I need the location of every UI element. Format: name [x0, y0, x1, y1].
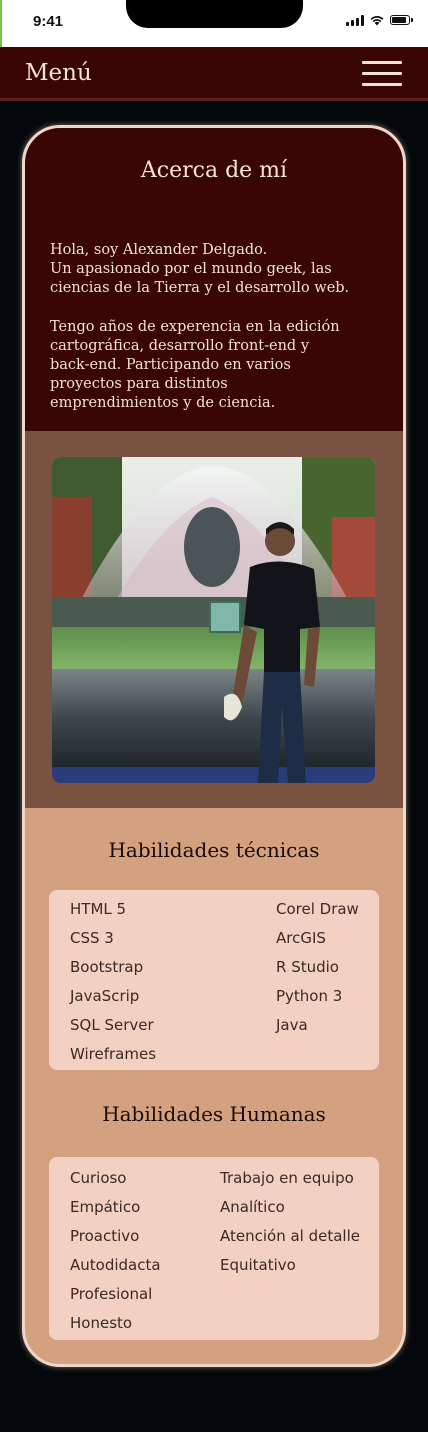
status-edge: [0, 0, 2, 47]
list-item: Empático: [70, 1198, 141, 1216]
list-item: SQL Server: [70, 1016, 154, 1034]
status-bar: 9:41: [0, 0, 428, 47]
list-item: Proactivo: [70, 1227, 140, 1245]
device-notch: [126, 0, 303, 28]
technical-skills-list: HTML 5 CSS 3 Bootstrap JavaScrip SQL Ser…: [49, 890, 379, 1070]
list-item: Curioso: [70, 1169, 127, 1187]
list-item: Profesional: [70, 1285, 153, 1303]
about-line: ciencias de la Tierra y el desarrollo we…: [50, 280, 350, 297]
list-item: Trabajo en equipo: [220, 1169, 354, 1187]
menu-title[interactable]: Menú: [25, 60, 92, 86]
list-item: Honesto: [70, 1314, 133, 1332]
photo-section: [25, 431, 403, 808]
about-line: proyectos para distintos: [50, 376, 228, 393]
human-skills-list: Curioso Empático Proactivo Autodidacta P…: [49, 1157, 379, 1340]
human-skills-title: Habilidades Humanas: [102, 1102, 326, 1126]
list-item: Equitativo: [220, 1256, 296, 1274]
list-item: Java: [276, 1016, 308, 1034]
about-line: Tengo años de experencia en la edición: [50, 318, 340, 335]
list-item: Python 3: [276, 987, 343, 1005]
about-line: back-end. Participando en varios: [50, 357, 291, 374]
list-item: Wireframes: [70, 1045, 157, 1063]
list-item: ArcGIS: [276, 929, 326, 947]
signal-icon: [346, 14, 364, 26]
list-item: Bootstrap: [70, 958, 144, 976]
list-item: CSS 3: [70, 929, 114, 947]
wifi-icon: [370, 16, 384, 26]
status-icons: [346, 14, 413, 26]
about-line: emprendimientos y de ciencia.: [50, 395, 276, 412]
list-item: JavaScrip: [70, 987, 140, 1005]
list-item: Analítico: [220, 1198, 285, 1216]
battery-icon: [390, 15, 413, 25]
hamburger-menu-icon[interactable]: [362, 61, 402, 86]
profile-card: Acerca de mí Hola, soy Alexander Delgado…: [22, 125, 406, 1367]
about-line: Hola, soy Alexander Delgado.: [50, 242, 268, 258]
about-line: Un apasionado por el mundo geek, las: [50, 261, 332, 278]
list-item: Autodidacta: [70, 1256, 161, 1274]
list-item: R Studio: [276, 958, 339, 976]
about-section: Acerca de mí Hola, soy Alexander Delgado…: [25, 128, 403, 431]
about-title: Acerca de mí: [140, 158, 288, 183]
profile-photo: [52, 457, 375, 783]
about-text: Hola, soy Alexander Delgado. Un apasiona…: [50, 241, 390, 414]
about-line: cartográfica, desarrollo front-end y: [50, 337, 310, 354]
top-nav: Menú: [0, 47, 428, 101]
list-item: HTML 5: [70, 900, 127, 918]
list-item: Corel Draw: [276, 900, 359, 918]
technical-skills-title: Habilidades técnicas: [108, 838, 320, 862]
status-time: 9:41: [33, 13, 64, 30]
list-item: Atención al detalle: [220, 1227, 360, 1245]
